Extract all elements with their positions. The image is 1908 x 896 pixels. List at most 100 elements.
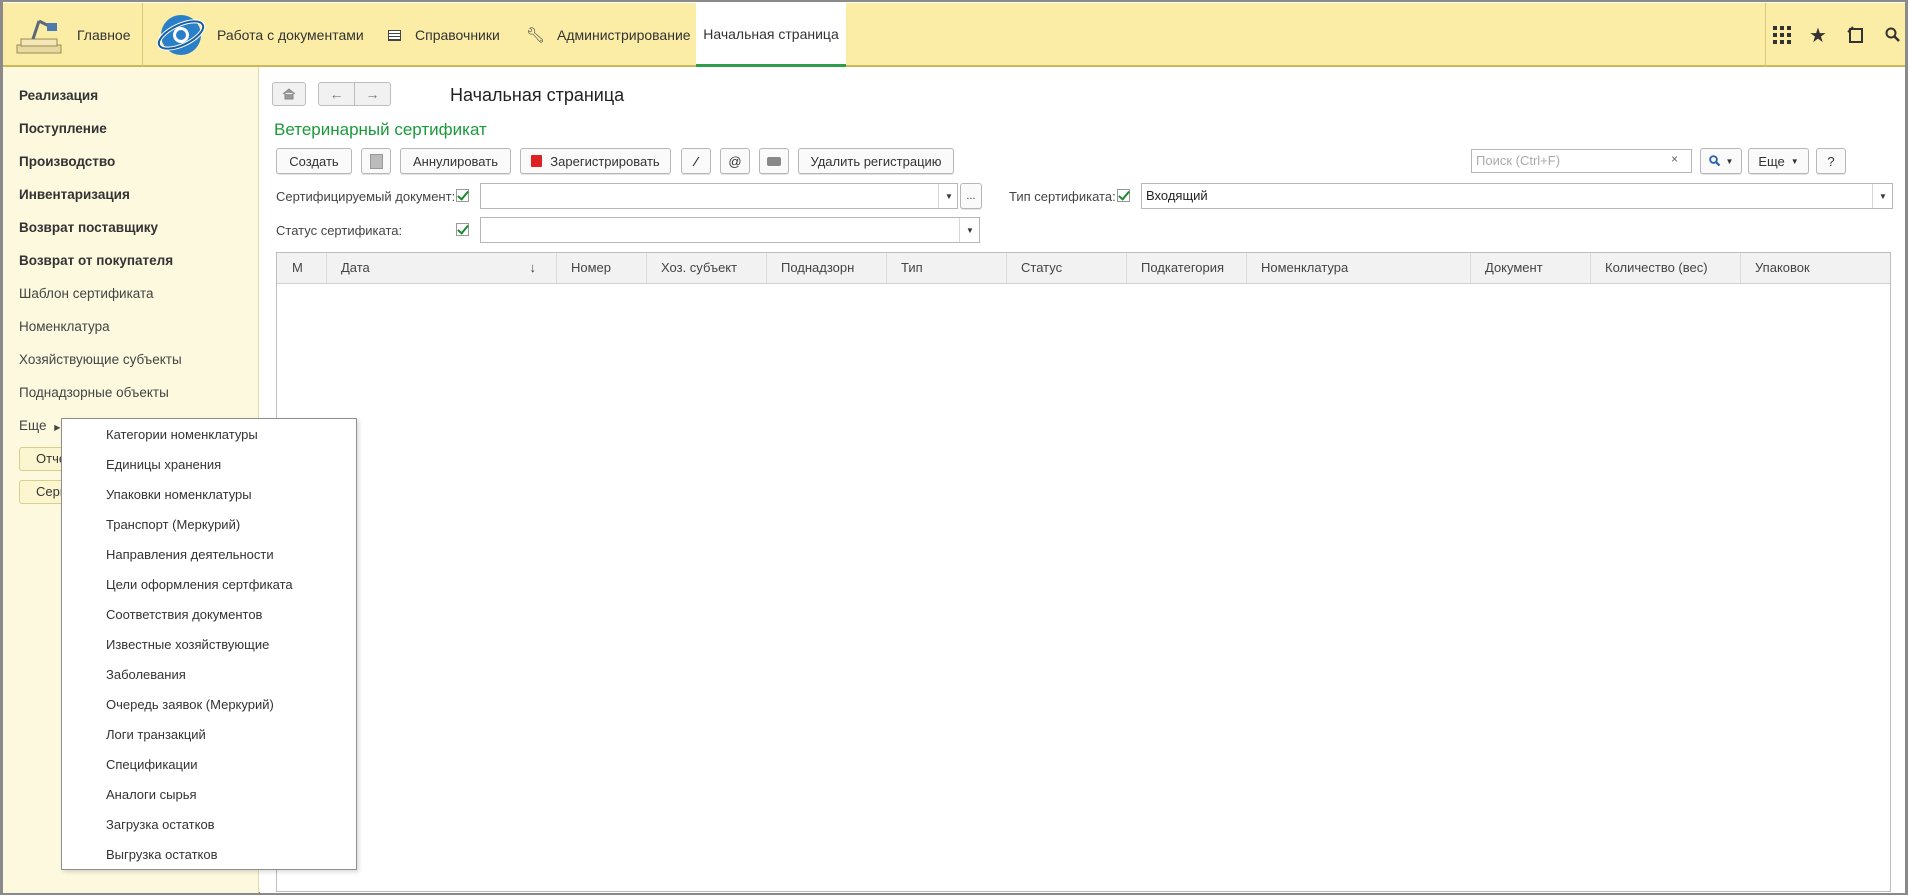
sidebar-item-return-to-supplier[interactable]: Возврат поставщику <box>19 220 158 235</box>
sidebar-item-production[interactable]: Производство <box>19 154 115 169</box>
refs-section-label: Справочники <box>415 27 500 43</box>
menu-item[interactable]: Единицы хранения <box>106 457 221 472</box>
menu-item[interactable]: Соответствия документов <box>106 607 262 622</box>
column-header[interactable]: Хоз. субъект <box>647 253 767 283</box>
home-button[interactable] <box>272 82 306 106</box>
desk-lamp-icon <box>16 19 62 54</box>
wrench-icon: 🔧︎ <box>526 27 546 44</box>
certificates-table[interactable]: М Дата ↓ Номер Хоз. субъект Поднадзорн Т… <box>276 252 1891 892</box>
home-tab-label: Начальная страница <box>703 25 839 42</box>
menu-item[interactable]: Выгрузка остатков <box>106 847 218 862</box>
chevron-down-icon[interactable]: ▼ <box>938 184 959 208</box>
copy-document-icon <box>369 153 383 169</box>
column-header[interactable]: Документ <box>1471 253 1591 283</box>
sidebar-item-nomenclature[interactable]: Номенклатура <box>19 319 110 334</box>
annul-button[interactable]: Аннулировать <box>400 148 511 174</box>
sign-button[interactable]: ⁄ <box>681 148 711 174</box>
main-section-button[interactable]: Главное <box>3 3 142 67</box>
red-cube-icon <box>531 155 543 167</box>
help-button[interactable]: ? <box>1816 148 1846 174</box>
sidebar-more-menu[interactable]: Еще ▶ <box>19 418 60 433</box>
section-title: Ветеринарный сертификат <box>274 120 487 139</box>
create-button[interactable]: Создать <box>276 148 352 174</box>
chevron-down-icon: ▼ <box>1725 156 1734 166</box>
sidebar-item-inventory[interactable]: Инвентаризация <box>19 187 130 202</box>
column-header[interactable]: Поднадзорн <box>767 253 887 283</box>
sidebar-item-supervised-objects[interactable]: Поднадзорные объекты <box>19 385 169 400</box>
menu-item[interactable]: Аналоги сырья <box>106 787 197 802</box>
column-header[interactable]: Тип <box>887 253 1007 283</box>
forward-arrow-icon[interactable]: → <box>354 82 391 106</box>
divider <box>1765 3 1766 67</box>
cert-doc-field[interactable] <box>480 183 958 209</box>
sidebar-item-receipt[interactable]: Поступление <box>19 121 107 136</box>
search-button[interactable]: ▼ <box>1700 148 1742 174</box>
cert-status-field[interactable] <box>480 217 980 243</box>
column-header[interactable]: Дата ↓ <box>327 253 557 283</box>
cert-doc-choose-button[interactable]: ... <box>960 183 982 209</box>
favorites-star-icon[interactable]: ★ <box>1809 3 1827 67</box>
column-header[interactable]: Номенклатура <box>1247 253 1471 283</box>
column-header[interactable]: М <box>277 253 327 283</box>
docs-section-label: Работа с документами <box>217 27 364 43</box>
menu-item[interactable]: Спецификации <box>106 757 198 772</box>
chevron-down-icon[interactable]: ▼ <box>1872 184 1893 208</box>
chevron-down-icon: ▼ <box>1790 156 1799 166</box>
menu-item[interactable]: Загрузка остатков <box>106 817 215 832</box>
menu-item[interactable]: Транспорт (Меркурий) <box>106 517 240 532</box>
menu-item[interactable]: Упаковки номенклатуры <box>106 487 252 502</box>
menu-item[interactable]: Направления деятельности <box>106 547 274 562</box>
delete-registration-button[interactable]: Удалить регистрацию <box>798 148 954 174</box>
cert-status-checkbox[interactable] <box>456 223 469 236</box>
caret-right-icon: ▶ <box>54 423 61 432</box>
email-button[interactable]: @ <box>720 148 750 174</box>
sidebar-item-return-from-buyer[interactable]: Возврат от покупателя <box>19 253 173 268</box>
table-header: М Дата ↓ Номер Хоз. субъект Поднадзорн Т… <box>277 253 1890 284</box>
search-clear-button[interactable]: × <box>1671 152 1678 166</box>
menu-item[interactable]: Логи транзакций <box>106 727 206 742</box>
column-header[interactable]: Номер <box>557 253 647 283</box>
search-icon[interactable] <box>1885 3 1901 67</box>
list-icon <box>388 29 401 41</box>
menu-item[interactable]: Цели оформления сертфиката <box>106 577 293 592</box>
search-icon <box>1708 155 1720 167</box>
cert-type-field[interactable]: Входящий <box>1141 183 1893 209</box>
chevron-down-icon[interactable]: ▼ <box>959 218 980 242</box>
sidebar-item-business-entities[interactable]: Хозяйствующие субъекты <box>19 352 182 367</box>
column-header[interactable]: Упаковок <box>1741 253 1890 283</box>
print-button[interactable] <box>759 148 789 174</box>
more-popup-menu: Категории номенклатуры Единицы хранения … <box>61 418 357 870</box>
search-input[interactable]: Поиск (Ctrl+F) <box>1471 149 1692 173</box>
cert-type-label: Тип сертификата: <box>1009 189 1116 204</box>
refs-section-button[interactable]: Справочники <box>388 3 500 67</box>
main-content: ← → Начальная страница Ветеринарный серт… <box>260 67 1905 893</box>
cert-type-checkbox[interactable] <box>1117 189 1130 202</box>
back-arrow-icon[interactable]: ← <box>318 82 355 106</box>
sidebar-item-realization[interactable]: Реализация <box>19 88 98 103</box>
admin-section-label: Администрирование <box>557 27 691 43</box>
top-bar: Главное Работа с документами Справочники… <box>3 3 1905 67</box>
cert-status-label: Статус сертификата: <box>276 223 403 238</box>
column-header[interactable]: Подкатегория <box>1127 253 1247 283</box>
globe-logo-icon <box>156 15 206 55</box>
copy-document-button[interactable] <box>361 148 391 174</box>
register-button[interactable]: Зарегистрировать <box>520 148 671 174</box>
menu-item[interactable]: Категории номенклатуры <box>106 427 258 442</box>
menu-item[interactable]: Очередь заявок (Меркурий) <box>106 697 274 712</box>
more-actions-button[interactable]: Еще ▼ <box>1748 148 1809 174</box>
tab-home-page[interactable]: Начальная страница <box>696 3 846 67</box>
docs-section-button[interactable]: Работа с документами <box>155 3 364 67</box>
main-section-label: Главное <box>77 27 131 43</box>
menu-item[interactable]: Заболевания <box>106 667 186 682</box>
admin-section-button[interactable]: 🔧︎ Администрирование <box>526 3 691 67</box>
column-header[interactable]: Количество (вес) <box>1591 253 1741 283</box>
apps-grid-icon[interactable] <box>1773 3 1791 67</box>
sidebar-item-cert-template[interactable]: Шаблон сертификата <box>19 286 154 301</box>
printer-icon <box>767 156 781 166</box>
menu-item[interactable]: Известные хозяйствующие <box>106 637 269 652</box>
register-label: Зарегистрировать <box>550 153 660 169</box>
divider <box>142 3 143 67</box>
cert-doc-checkbox[interactable] <box>456 189 469 202</box>
column-header[interactable]: Статус <box>1007 253 1127 283</box>
history-icon[interactable] <box>1847 3 1865 67</box>
